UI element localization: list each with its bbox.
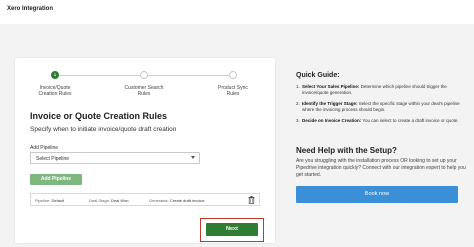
add-pipeline-button[interactable]: Add Pipeline (30, 174, 82, 185)
trash-icon[interactable] (248, 196, 255, 204)
step-1-indicator[interactable]: 1 (51, 71, 59, 79)
chevron-down-icon (191, 156, 195, 159)
rule-stage: Deal Stage: Deal Won (89, 198, 129, 203)
step-3-label: Product Sync Rules (218, 85, 248, 97)
rule-pipeline: Pipeline: Default (35, 198, 65, 203)
add-pipeline-label: Add Pipeline (30, 145, 59, 151)
step-1-label: Invoice/Quote Creation Rules (38, 85, 72, 97)
app-title: Xero Integration (7, 6, 54, 12)
step-1-number: 1 (53, 72, 57, 77)
rule-generates: Generates: Create draft invoice (149, 198, 205, 203)
step-2-indicator[interactable] (140, 71, 148, 79)
pipeline-select-value: Select Pipeline (36, 156, 70, 162)
guide-item: 2. Identify the Trigger Stage: Select the… (296, 101, 460, 112)
book-now-button[interactable]: Book now (296, 186, 458, 203)
section-subtitle: Specify when to initiate invoice/quote d… (30, 126, 177, 133)
next-button[interactable]: Next (206, 223, 258, 236)
help-text: Are you struggling with the installation… (296, 158, 466, 178)
guide-title: Quick Guide: (296, 72, 340, 79)
step-3-indicator[interactable] (229, 71, 237, 79)
pipeline-select[interactable]: Select Pipeline (30, 152, 200, 164)
top-bar: Xero Integration (0, 0, 474, 24)
pipeline-rule-row: Pipeline: Default Deal Stage: Deal Won G… (30, 193, 260, 206)
step-2-label: Customer Search Rules (124, 85, 164, 97)
guide-item: 1. Select Your Sales Pipeline: Determine … (296, 84, 447, 95)
guide-item: 3. Decide on Invoice Creation: You can se… (296, 118, 459, 123)
section-title: Invoice or Quote Creation Rules (30, 111, 168, 121)
help-title: Need Help with the Setup? (296, 146, 397, 155)
